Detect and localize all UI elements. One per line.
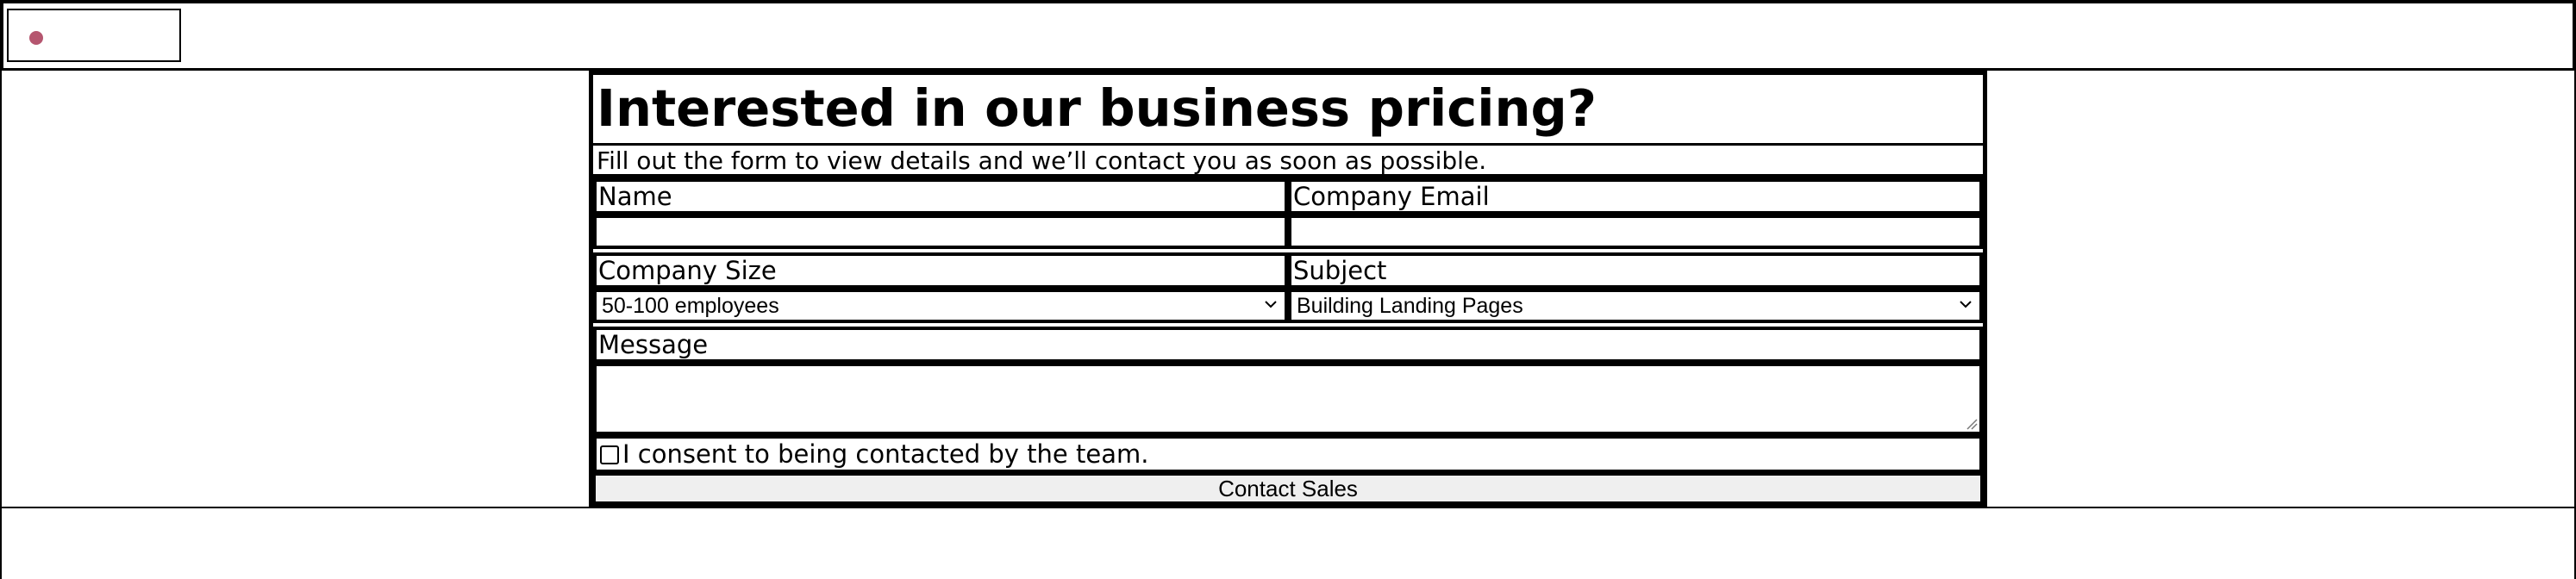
title-row: Interested in our business pricing? — [593, 75, 1983, 146]
name-label: Name — [593, 178, 1288, 215]
page-title: Interested in our business pricing? — [597, 78, 1597, 138]
company-size-label: Company Size — [593, 252, 1288, 289]
message-textarea[interactable] — [593, 363, 1983, 435]
subject-selected-value: Building Landing Pages — [1297, 294, 1523, 318]
consent-label: I consent to being contacted by the team… — [622, 439, 1149, 469]
contact-sales-form: Interested in our business pricing? Fill… — [589, 71, 1987, 508]
chevron-down-icon — [1265, 301, 1277, 308]
consent-checkbox[interactable] — [600, 445, 619, 464]
logo-link[interactable] — [7, 9, 181, 62]
company-email-label: Company Email — [1288, 178, 1983, 215]
contact-sales-button[interactable]: Contact Sales — [593, 473, 1983, 504]
footer-section — [0, 507, 2576, 579]
logo-dot-icon — [29, 31, 43, 45]
subject-select[interactable]: Building Landing Pages — [1288, 289, 1983, 323]
consent-row: I consent to being contacted by the team… — [593, 435, 1983, 473]
subject-label: Subject — [1288, 252, 1983, 289]
chevron-down-icon — [1960, 301, 1972, 308]
company-size-select[interactable]: 50-100 employees — [593, 289, 1288, 323]
message-label: Message — [593, 327, 1983, 363]
company-email-input[interactable] — [1288, 215, 1983, 249]
form-description: Fill out the form to view details and we… — [597, 146, 1487, 175]
company-size-selected-value: 50-100 employees — [602, 294, 779, 318]
name-input[interactable] — [593, 215, 1288, 249]
top-navigation-bar — [0, 0, 2576, 71]
resize-grip-icon[interactable] — [1966, 418, 1978, 430]
subtitle-row: Fill out the form to view details and we… — [593, 146, 1983, 178]
